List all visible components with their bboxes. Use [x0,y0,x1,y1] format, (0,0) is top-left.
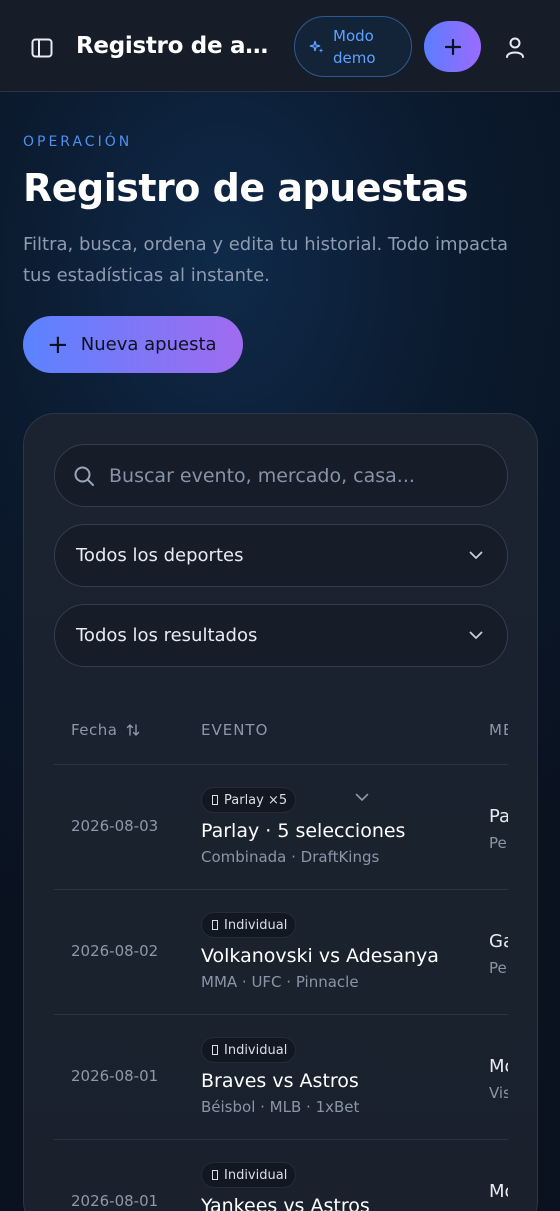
table-row[interactable]: 2026-08-01 Individual Braves vs Astros B… [54,1015,508,1140]
search-field[interactable] [54,444,508,507]
badge-icon [212,795,218,805]
demo-mode-button[interactable]: Modo demo [294,16,412,77]
chevron-down-icon [469,631,483,639]
row-meta: MMA · UFC · Pinnacle [201,973,359,991]
result-select-value: Todos los resultados [76,625,258,646]
badge-label: Parlay ×5 [224,792,288,808]
row-meta: Combinada · DraftKings [201,848,380,866]
badge-label: Individual [224,917,288,933]
bet-type-badge: Individual [201,912,297,938]
row-event: Parlay · 5 selecciones [201,820,406,842]
row-meta: Béisbol · MLB · 1xBet [201,1098,360,1116]
row-date: 2026-08-01 [71,1067,159,1085]
row-event: Yankees vs Astros [201,1195,370,1211]
result-select[interactable]: Todos los resultados [54,604,508,667]
table-row[interactable]: 2026-08-03 Parlay ×5 Parlay · 5 seleccio… [54,765,508,890]
add-button[interactable] [424,21,481,72]
sport-select-value: Todos los deportes [76,545,244,566]
bets-card: Todos los deportes Todos los resultados … [23,413,538,1211]
sort-icon[interactable] [125,722,141,738]
row-event: Volkanovski vs Adesanya [201,945,439,967]
sidebar-toggle-icon[interactable] [24,30,60,66]
badge-label: Individual [224,1042,288,1058]
bets-table: Fecha EVENTO MERCADO 2026-08-03 Parlay ×… [54,697,508,1211]
new-bet-button[interactable]: + Nueva apuesta [23,316,243,373]
top-bar: Registro de apuestas Modo demo [0,0,560,92]
badge-icon [212,1045,218,1055]
plus-icon: + [47,329,69,360]
column-date[interactable]: Fecha [71,721,141,739]
row-market: Mo [489,1056,508,1077]
search-icon [74,466,94,486]
row-market-sub: Vis [489,1084,508,1102]
row-market: Ga [489,931,508,952]
badge-icon [212,1170,218,1180]
row-date: 2026-08-03 [71,817,159,835]
bet-type-badge: Individual [201,1037,297,1063]
sparkle-icon [309,40,324,53]
column-market: MERCADO [489,721,508,739]
bet-type-badge: Parlay ×5 [201,787,297,813]
app-title: Registro de apuestas [76,33,276,59]
page-title: Registro de apuestas [23,166,469,210]
badge-icon [212,920,218,930]
page-subtitle: Filtra, busca, ordena y edita tu histori… [23,234,509,286]
plus-icon [444,38,461,55]
column-event: EVENTO [201,721,269,739]
row-event: Braves vs Astros [201,1070,359,1092]
section-eyebrow: OPERACIÓN [23,134,133,150]
sport-select[interactable]: Todos los deportes [54,524,508,587]
row-market-sub: Pe [489,834,507,852]
badge-label: Individual [224,1167,288,1183]
row-date: 2026-08-02 [71,942,159,960]
user-icon[interactable] [498,30,532,64]
table-row[interactable]: 2026-08-01 Individual Yankees vs Astros … [54,1140,508,1211]
table-row[interactable]: 2026-08-02 Individual Volkanovski vs Ade… [54,890,508,1015]
chevron-down-icon [469,551,483,559]
expand-chevron-icon[interactable] [355,793,369,802]
table-header: Fecha EVENTO MERCADO [54,697,508,765]
row-market-sub: Pe [489,959,507,977]
column-date-label: Fecha [71,721,118,739]
row-market: Mo [489,1181,508,1202]
search-input[interactable] [109,464,469,487]
new-bet-label: Nueva apuesta [80,334,217,355]
bet-type-badge: Individual [201,1162,297,1188]
row-market: Parlay [489,806,508,827]
row-date: 2026-08-01 [71,1192,159,1210]
demo-mode-label: Modo demo [333,26,376,67]
